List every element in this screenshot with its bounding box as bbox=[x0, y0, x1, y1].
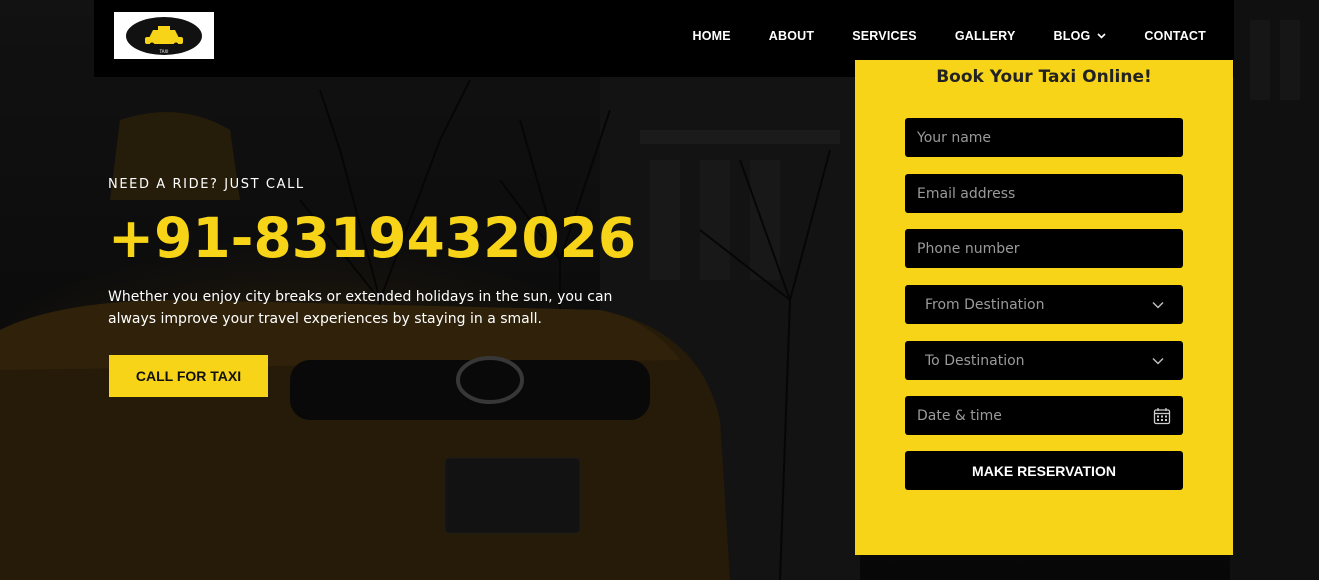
nav-contact-label: CONTACT bbox=[1144, 28, 1206, 43]
make-reservation-button[interactable]: MAKE RESERVATION bbox=[905, 451, 1183, 490]
datetime-input[interactable] bbox=[905, 396, 1183, 435]
email-field-wrapper bbox=[905, 174, 1183, 213]
to-destination-select[interactable]: To Destination bbox=[905, 341, 1183, 380]
name-input[interactable] bbox=[905, 118, 1183, 157]
nav-about-label: ABOUT bbox=[768, 28, 815, 43]
logo[interactable]: TAXI bbox=[114, 12, 214, 59]
nav-home[interactable]: HOME bbox=[692, 29, 730, 43]
datetime-field-wrapper bbox=[905, 396, 1183, 435]
chevron-down-icon bbox=[1097, 32, 1106, 39]
chevron-down-icon bbox=[1152, 301, 1164, 309]
phone-input[interactable] bbox=[905, 229, 1183, 268]
booking-title: Book Your Taxi Online! bbox=[936, 67, 1152, 87]
nav-services[interactable]: SERVICES bbox=[852, 29, 917, 43]
nav-gallery[interactable]: GALLERY bbox=[955, 29, 1016, 43]
nav-services-label: SERVICES bbox=[852, 28, 917, 43]
booking-form: Book Your Taxi Online! From Destination … bbox=[855, 60, 1233, 555]
hero-phone-number[interactable]: +91-8319432026 bbox=[108, 200, 636, 276]
from-destination-label: From Destination bbox=[925, 296, 1045, 313]
nav-home-label: HOME bbox=[692, 28, 731, 43]
nav-blog[interactable]: BLOG bbox=[1054, 29, 1107, 43]
hero-eyebrow: NEED A RIDE? JUST CALL bbox=[108, 177, 305, 192]
nav-blog-label: BLOG bbox=[1053, 28, 1091, 43]
email-input[interactable] bbox=[905, 174, 1183, 213]
hero-description: Whether you enjoy city breaks or extende… bbox=[108, 289, 613, 327]
to-destination-label: To Destination bbox=[925, 352, 1025, 369]
nav-about[interactable]: ABOUT bbox=[769, 29, 814, 43]
call-for-taxi-button[interactable]: CALL FOR TAXI bbox=[109, 355, 268, 397]
phone-field-wrapper bbox=[905, 229, 1183, 268]
name-field-wrapper bbox=[905, 118, 1183, 157]
from-destination-select[interactable]: From Destination bbox=[905, 285, 1183, 324]
chevron-down-icon bbox=[1152, 357, 1164, 365]
calendar-icon[interactable] bbox=[1153, 407, 1171, 425]
svg-text:TAXI: TAXI bbox=[159, 49, 169, 54]
taxi-logo-icon: TAXI bbox=[126, 16, 202, 55]
nav-gallery-label: GALLERY bbox=[954, 28, 1016, 43]
nav-contact[interactable]: CONTACT bbox=[1144, 29, 1206, 43]
